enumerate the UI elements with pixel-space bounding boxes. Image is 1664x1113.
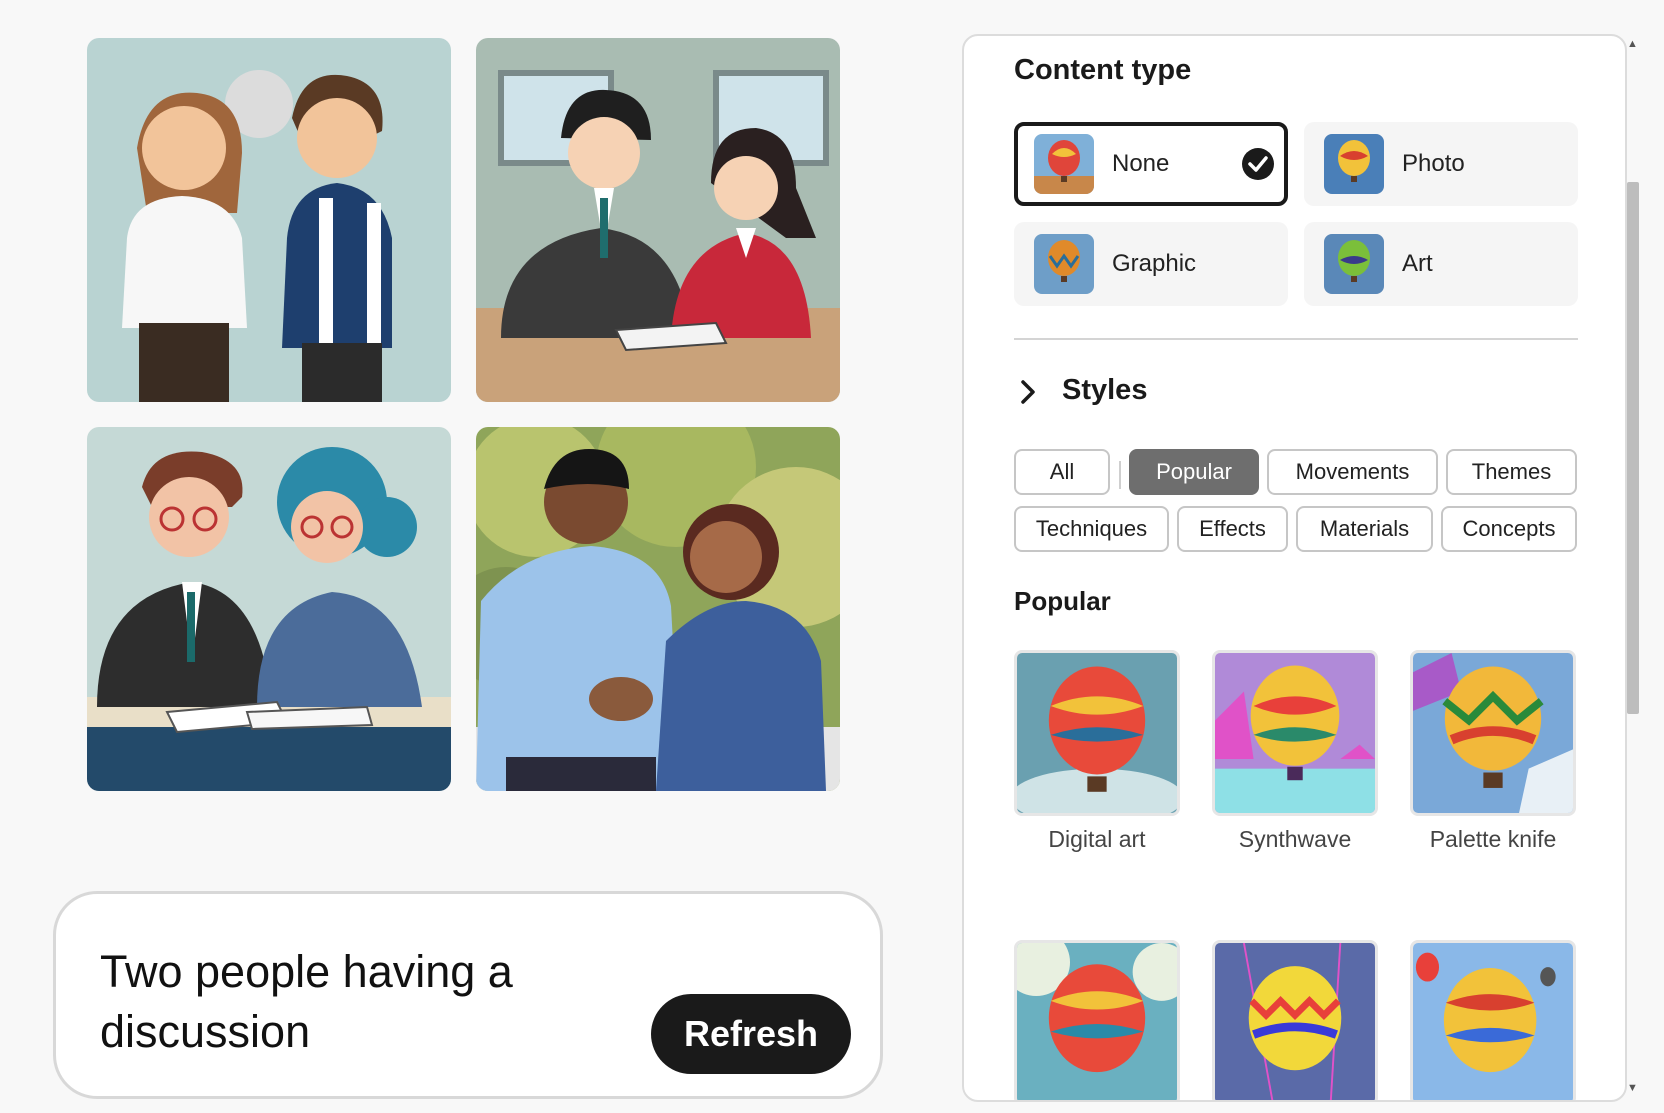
chip-themes[interactable]: Themes (1446, 449, 1577, 495)
style-card-6[interactable] (1410, 940, 1576, 1100)
balloon-thumbnail-icon (1324, 234, 1384, 294)
chip-concepts[interactable]: Concepts (1441, 506, 1577, 552)
style-label-synthwave: Synthwave (1238, 826, 1352, 852)
chip-materials[interactable]: Materials (1296, 506, 1433, 552)
checkmark-icon (1242, 148, 1274, 180)
settings-panel: Content type None Photo Graphic Art Styl… (962, 34, 1627, 1102)
prompt-text[interactable]: Two people having a discussion (100, 942, 580, 1062)
palette-knife-balloon-image (1413, 653, 1573, 813)
section-divider (1014, 338, 1578, 340)
styles-title[interactable]: Styles (1062, 374, 1147, 407)
cartoon-office-meeting-image (476, 38, 840, 402)
chip-techniques[interactable]: Techniques (1014, 506, 1169, 552)
balloon-thumbnail-icon (1034, 234, 1094, 294)
prompt-box[interactable]: Two people having a discussion Refresh (53, 891, 883, 1099)
photo-balloons-image (1413, 943, 1573, 1100)
chevron-right-icon[interactable] (1018, 378, 1038, 413)
scroll-down-arrow-icon[interactable]: ▼ (1627, 1082, 1638, 1094)
balloon-thumbnail-icon (1324, 134, 1384, 194)
content-type-title: Content type (1014, 54, 1192, 86)
chip-movements[interactable]: Movements (1267, 449, 1438, 495)
style-card-palette-knife[interactable] (1410, 650, 1576, 816)
content-type-art[interactable]: Art (1304, 222, 1578, 306)
popular-title: Popular (1014, 586, 1111, 616)
synthwave-balloon-image (1215, 653, 1375, 813)
papercraft-balloon-image (1017, 943, 1177, 1100)
style-label-digital-art: Digital art (1048, 826, 1146, 852)
refresh-button[interactable]: Refresh (651, 994, 851, 1074)
scrollbar-thumb[interactable] (1627, 182, 1639, 714)
cartoon-two-people-talking-image (87, 38, 451, 402)
result-image-2[interactable] (476, 38, 840, 402)
content-type-none[interactable]: None (1014, 122, 1288, 206)
content-type-graphic[interactable]: Graphic (1014, 222, 1288, 306)
chip-effects[interactable]: Effects (1177, 506, 1288, 552)
style-label-palette-knife: Palette knife (1429, 826, 1557, 852)
chip-separator (1119, 461, 1121, 489)
cartoon-people-signing-image (87, 427, 451, 791)
chip-all[interactable]: All (1014, 449, 1110, 495)
neon-balloon-image (1215, 943, 1375, 1100)
style-card-4[interactable] (1014, 940, 1180, 1100)
result-image-1[interactable] (87, 38, 451, 402)
content-type-art-label: Art (1402, 250, 1433, 277)
result-image-3[interactable] (87, 427, 451, 791)
scroll-up-arrow-icon[interactable]: ▲ (1627, 38, 1638, 50)
result-image-4[interactable] (476, 427, 840, 791)
content-type-graphic-label: Graphic (1112, 250, 1197, 277)
photo-two-people-handshake-image (476, 427, 840, 791)
style-card-synthwave[interactable] (1212, 650, 1378, 816)
balloon-thumbnail-icon (1034, 134, 1094, 194)
digital-art-balloon-image (1017, 653, 1177, 813)
content-type-photo[interactable]: Photo (1304, 122, 1578, 206)
chip-popular[interactable]: Popular (1129, 449, 1259, 495)
style-card-digital-art[interactable] (1014, 650, 1180, 816)
content-type-none-label: None (1112, 150, 1170, 177)
style-card-5[interactable] (1212, 940, 1378, 1100)
content-type-photo-label: Photo (1402, 150, 1465, 177)
